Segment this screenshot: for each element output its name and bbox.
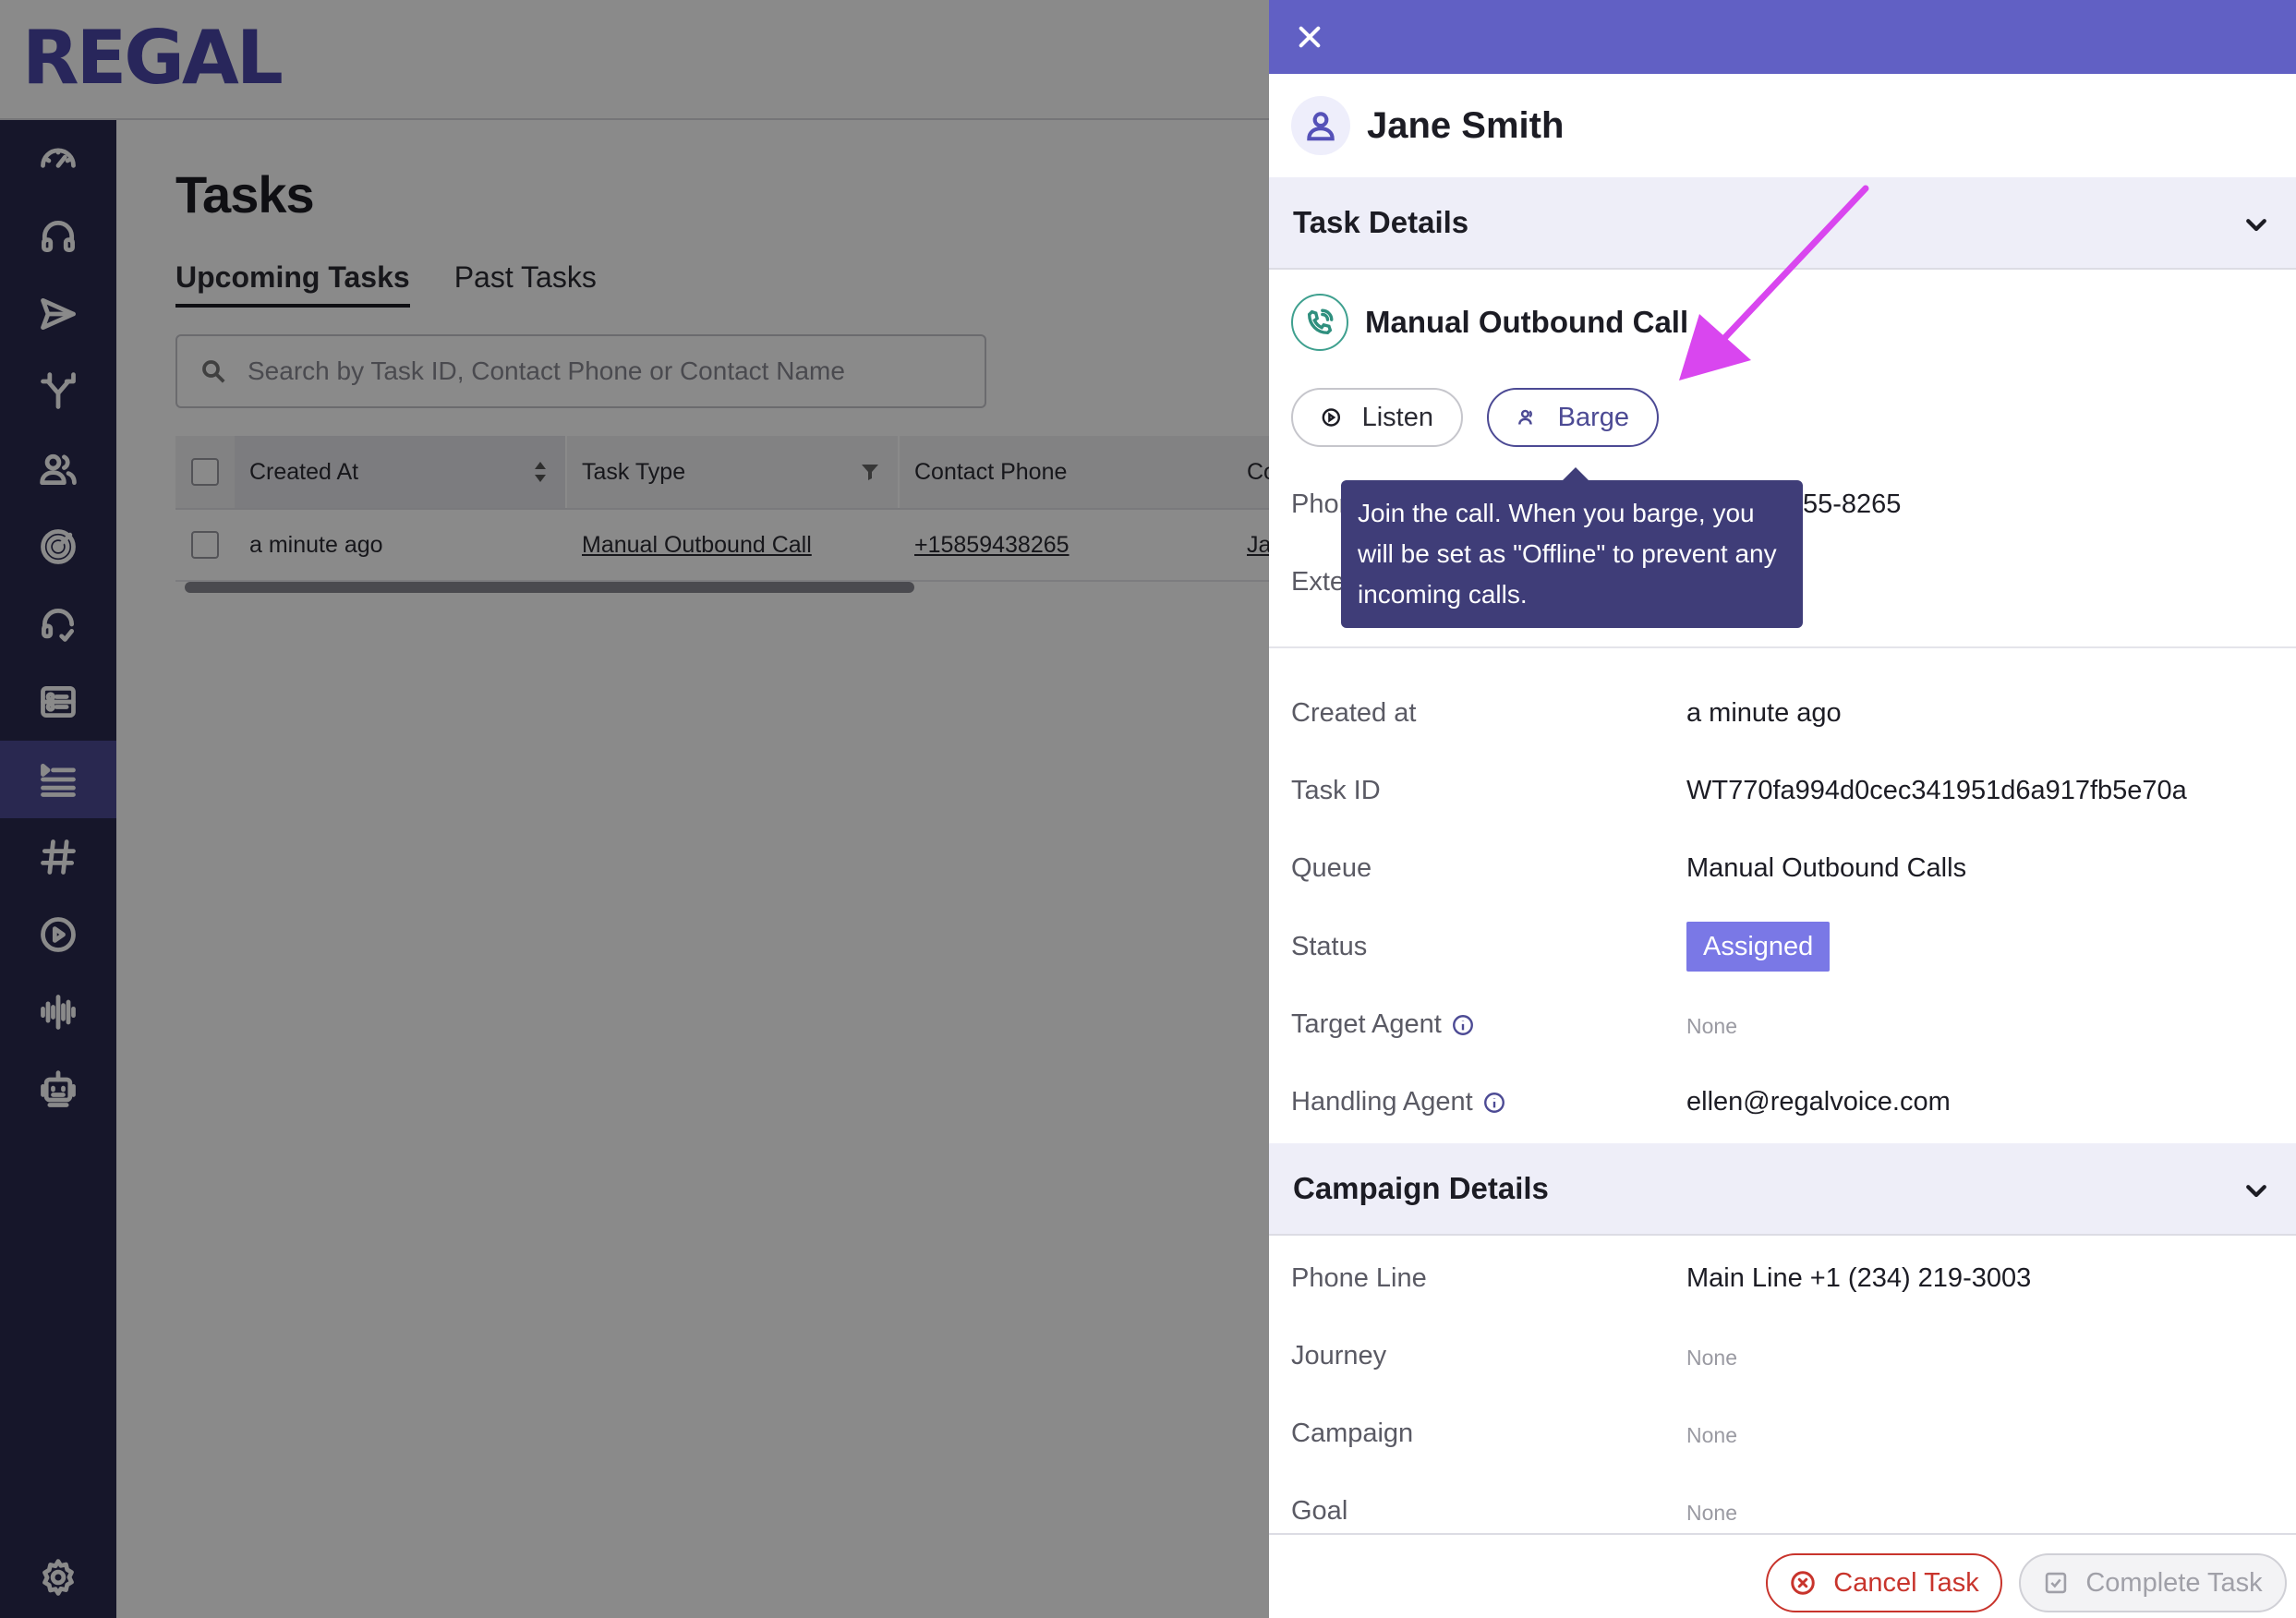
info-icon[interactable] [1451, 1013, 1475, 1037]
task-kind-label: Manual Outbound Call [1365, 305, 1689, 339]
task-id-label: Task ID [1291, 776, 1381, 805]
cancel-task-button[interactable]: Cancel Task [1766, 1553, 2002, 1612]
phone-line-label: Phone Line [1291, 1263, 1427, 1293]
complete-task-label: Complete Task [2085, 1567, 2263, 1598]
phone-call-icon [1291, 294, 1348, 351]
created-at-label: Created at [1291, 698, 1417, 728]
task-id-value: WT770fa994d0cec341951d6a917fb5e70a [1686, 776, 2187, 805]
campaign-value: None [1686, 1423, 1737, 1447]
status-badge: Assigned [1686, 922, 1831, 972]
barge-label: Barge [1557, 402, 1629, 432]
drawer-footer: Cancel Task Complete Task [1269, 1533, 2296, 1618]
target-agent-label: Target Agent [1291, 1009, 1475, 1040]
handling-agent-value: ellen@regalvoice.com [1686, 1087, 1951, 1117]
campaign-details-header[interactable]: Campaign Details [1269, 1143, 2296, 1236]
contact-name: Jane Smith [1367, 104, 1565, 146]
created-at-value: a minute ago [1686, 698, 1842, 728]
info-icon[interactable] [1482, 1091, 1506, 1115]
phone-field-label: Phor [1291, 489, 1348, 519]
handling-agent-label: Handling Agent [1291, 1087, 1506, 1117]
close-icon [1299, 26, 1321, 48]
listen-label: Listen [1361, 402, 1433, 432]
contact-header: Jane Smith [1291, 96, 1564, 155]
section-title: Campaign Details [1293, 1171, 1549, 1205]
target-agent-label-text: Target Agent [1291, 1009, 1442, 1039]
queue-value: Manual Outbound Calls [1686, 853, 1967, 883]
target-agent-value: None [1686, 1014, 1737, 1038]
play-circle-icon [1322, 408, 1341, 427]
user-icon [1307, 112, 1335, 141]
chevron-down-icon[interactable] [2242, 211, 2270, 243]
phone-line-value: Main Line +1 (234) 219-3003 [1686, 1263, 2032, 1293]
handling-agent-label-text: Handling Agent [1291, 1087, 1473, 1117]
barge-users-icon [1518, 409, 1532, 425]
journey-value: None [1686, 1346, 1737, 1370]
phone-field-value: 55-8265 [1803, 489, 1902, 519]
campaign-label: Campaign [1291, 1419, 1414, 1448]
goal-label: Goal [1291, 1496, 1348, 1526]
avatar [1291, 96, 1350, 155]
chevron-down-icon[interactable] [2242, 1177, 2270, 1209]
status-label: Status [1291, 932, 1368, 961]
cancel-circle-icon [1791, 1571, 1816, 1595]
drawer-header-bar [1269, 0, 2296, 74]
journey-label: Journey [1291, 1341, 1387, 1370]
close-button[interactable] [1291, 18, 1328, 55]
task-kind: Manual Outbound Call [1291, 294, 1688, 351]
listen-button[interactable]: Listen [1291, 388, 1463, 447]
check-square-icon [2046, 1572, 2067, 1594]
cancel-task-label: Cancel Task [1833, 1567, 1979, 1598]
complete-task-button[interactable]: Complete Task [2019, 1553, 2287, 1612]
section-title: Task Details [1293, 205, 1469, 239]
modal-overlay[interactable] [0, 0, 1269, 1618]
queue-label: Queue [1291, 853, 1372, 883]
annotation-arrow-icon [1679, 185, 1869, 380]
barge-button[interactable]: Barge [1487, 388, 1659, 447]
barge-tooltip: Join the call. When you barge, you will … [1341, 467, 1803, 628]
divider [1269, 646, 2296, 648]
goal-value: None [1686, 1501, 1737, 1525]
extension-field-label: Exte [1291, 567, 1346, 597]
